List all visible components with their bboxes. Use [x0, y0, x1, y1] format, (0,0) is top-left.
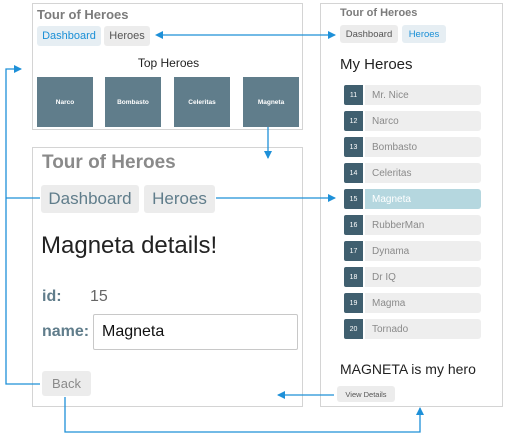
back-to-list-arrow — [64, 397, 424, 433]
flow-arrows — [5, 31, 424, 433]
back-to-dashboard-arrow — [5, 65, 40, 385]
